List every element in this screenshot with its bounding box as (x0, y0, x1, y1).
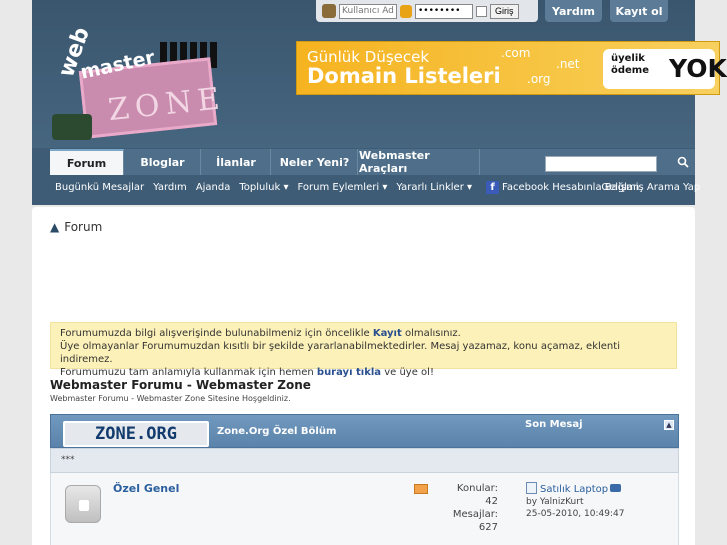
search-icon (677, 156, 689, 168)
tab-whats-new[interactable]: Neler Yeni? (272, 149, 358, 175)
last-post-author[interactable]: by YalnizKurt (526, 496, 624, 508)
banner-free-box: üyelik ödeme YOK (603, 49, 727, 89)
banner-free-big: YOK (669, 54, 727, 83)
category-description: *** (50, 448, 679, 473)
tab-classifieds[interactable]: İlanlar (202, 149, 271, 175)
last-post-info: Satılık Laptop by YalnizKurt 25-05-2010,… (526, 482, 624, 520)
banner-line2: Domain Listeleri (307, 64, 501, 88)
breadcrumb: ▲ Forum (50, 220, 102, 234)
last-post-title-link[interactable]: Satılık Laptop (540, 484, 608, 495)
category-logo[interactable]: ZONE.ORG (63, 421, 209, 447)
guest-notice: Forumumuzda bilgi alışverişinde bulunabi… (50, 322, 677, 378)
banner-tld: .com (501, 46, 531, 60)
subnav-advanced-search[interactable]: Gelişmiş Arama Yap (601, 182, 700, 193)
rss-icon[interactable] (414, 484, 428, 494)
page-title: Webmaster Forumu - Webmaster Zone (50, 378, 311, 392)
last-post-header: Son Mesaj (525, 419, 583, 430)
search-input[interactable] (545, 156, 657, 172)
document-icon (526, 482, 537, 494)
subnav-help[interactable]: Yardım (153, 182, 187, 193)
chevron-down-icon: ▾ (382, 181, 388, 193)
page-subtitle: Webmaster Forumu - Webmaster Zone Sitesi… (50, 394, 291, 403)
subnav-calendar[interactable]: Ajanda (196, 182, 231, 193)
breadcrumb-forum[interactable]: Forum (64, 220, 102, 234)
home-icon[interactable]: ▲ (50, 220, 59, 234)
tab-forum[interactable]: Forum (50, 149, 124, 175)
register-link[interactable]: Kayıt ol (610, 0, 668, 22)
login-form: Giriş (316, 0, 538, 22)
subnav-community[interactable]: Topluluk ▾ (239, 182, 288, 193)
forum-name-link[interactable]: Özel Genel (113, 482, 179, 495)
search-button[interactable] (673, 151, 693, 173)
help-link[interactable]: Yardım (545, 0, 602, 22)
chevron-down-icon: ▾ (283, 181, 289, 193)
user-icon (322, 4, 336, 18)
last-post-date: 25-05-2010, 10:49:47 (526, 509, 625, 519)
go-to-post-icon[interactable] (610, 484, 622, 492)
subnav-forum-actions[interactable]: Forum Eylemleri ▾ (298, 182, 388, 193)
forum-stats: Konular: 42 Mesajlar: 627 (452, 483, 498, 533)
tab-blogs[interactable]: Bloglar (125, 149, 201, 175)
subnav-useful-links[interactable]: Yararlı Linkler ▾ (396, 182, 472, 193)
banner-tld: .org (527, 72, 551, 86)
site-logo[interactable]: ZONE master web (50, 24, 228, 142)
facebook-icon: f (486, 180, 500, 194)
sub-nav: Bugünkü Mesajlar Yardım Ajanda Topluluk … (50, 176, 700, 198)
banner-tld: .net (556, 57, 580, 71)
register-notice-link[interactable]: Kayıt (373, 328, 402, 339)
collapse-icon[interactable]: ▲ (664, 420, 674, 430)
click-here-link[interactable]: burayı tıkla (317, 367, 381, 378)
login-button[interactable]: Giriş (490, 3, 519, 19)
banner-free-text: üyelik ödeme (611, 53, 650, 76)
forum-locked-icon (65, 485, 101, 523)
logo-table (52, 114, 92, 140)
category-header: ZONE.ORG Zone.Org Özel Bölüm Son Mesaj ▲ (50, 414, 679, 448)
tab-webmaster-tools[interactable]: Webmaster Araçları (359, 149, 480, 175)
lock-icon (400, 4, 412, 18)
domain-ad-banner[interactable]: Günlük Düşecek Domain Listeleri .com .ne… (296, 41, 727, 95)
password-input[interactable] (415, 3, 473, 19)
subnav-todays-posts[interactable]: Bugünkü Mesajlar (55, 182, 144, 193)
remember-me-checkbox[interactable] (476, 5, 487, 17)
username-input[interactable] (339, 3, 397, 19)
forum-row: Özel Genel Konular: 42 Mesajlar: 627 Sat… (50, 473, 679, 545)
chevron-down-icon: ▾ (467, 181, 473, 193)
category-name[interactable]: Zone.Org Özel Bölüm (217, 426, 336, 437)
